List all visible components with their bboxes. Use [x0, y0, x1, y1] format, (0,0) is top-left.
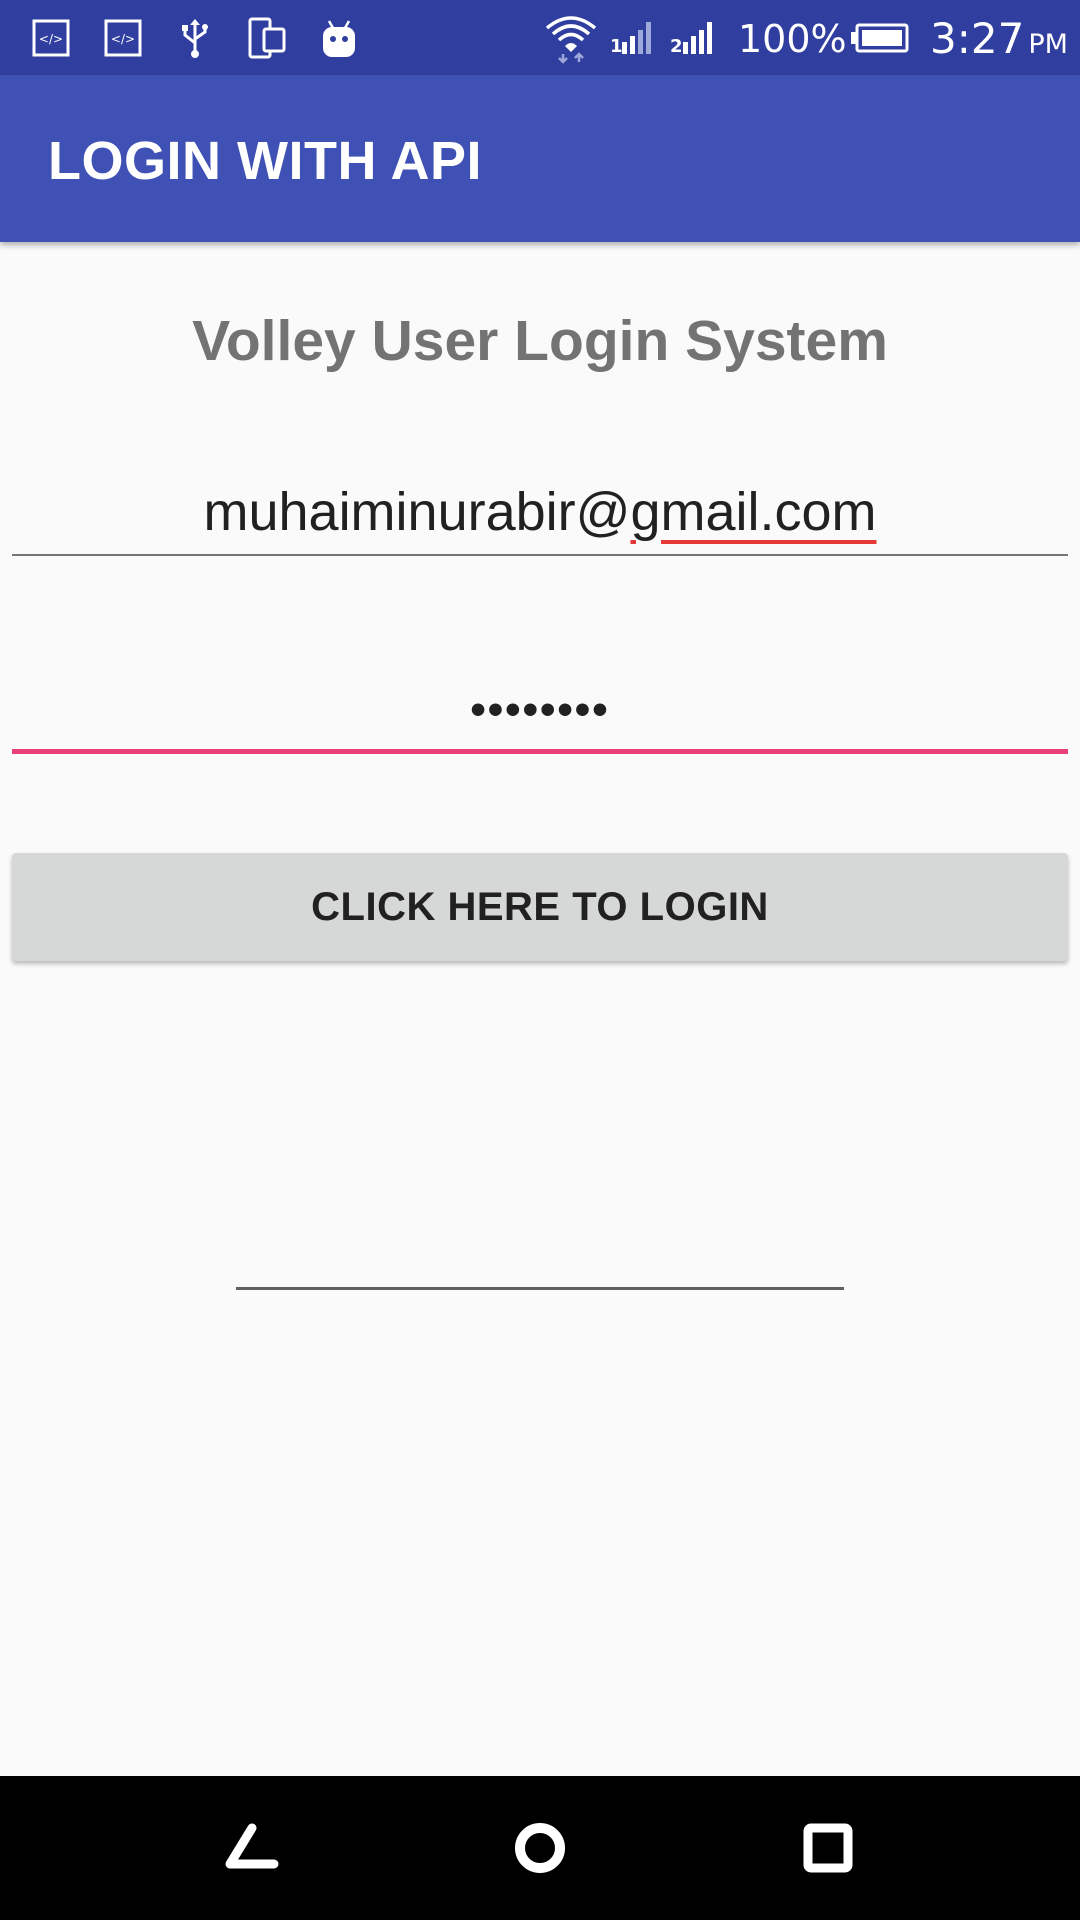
login-button[interactable]: CLICK HERE TO LOGIN: [12, 853, 1068, 961]
svg-text:2: 2: [670, 36, 683, 57]
page-heading: Volley User Login System: [192, 309, 888, 373]
status-bar: </> </> 1 2 100% 3:27 PM: [0, 0, 1080, 75]
email-field[interactable]: muhaiminurabir@gmail.com: [12, 472, 1068, 556]
navigation-bar: [0, 1776, 1080, 1920]
result-underline: [236, 1287, 844, 1290]
svg-text:</>: </>: [111, 32, 135, 46]
back-icon[interactable]: [192, 1776, 312, 1920]
code-icon: </>: [30, 0, 72, 75]
password-value: ••••••••: [470, 685, 610, 734]
code-icon: </>: [102, 0, 144, 75]
wifi-icon: [542, 0, 600, 75]
svg-text:1: 1: [610, 36, 623, 57]
home-icon[interactable]: [480, 1776, 600, 1920]
svg-text:</>: </>: [39, 32, 63, 46]
app-title: LOGIN WITH API: [48, 131, 482, 191]
password-field[interactable]: ••••••••: [12, 670, 1068, 754]
email-value-prefix: muhaiminurabir@: [203, 482, 631, 542]
clock-ampm: PM: [1028, 29, 1068, 60]
clock: 3:27 PM: [930, 0, 1068, 75]
email-value-spellcheck: gmail.com: [630, 482, 877, 542]
password-underline-focused: [12, 749, 1068, 754]
signal-2-icon: 2: [668, 0, 720, 75]
clock-time: 3:27: [930, 14, 1025, 63]
recents-icon[interactable]: [768, 1776, 888, 1920]
result-field[interactable]: [236, 1160, 844, 1290]
email-underline: [12, 554, 1068, 556]
signal-1-icon: 1: [608, 0, 658, 75]
battery-percent: 100%: [738, 17, 847, 61]
login-button-label: CLICK HERE TO LOGIN: [311, 884, 769, 929]
battery-icon: [850, 0, 910, 75]
android-icon: [318, 0, 360, 75]
email-value: muhaiminurabir@gmail.com: [12, 472, 1068, 552]
usb-icon: [174, 0, 216, 75]
screen: </> </> 1 2 100% 3:27 PM LOGIN WITH API …: [0, 0, 1080, 1920]
device-icon: [245, 0, 289, 75]
app-bar: LOGIN WITH API: [0, 75, 1080, 242]
